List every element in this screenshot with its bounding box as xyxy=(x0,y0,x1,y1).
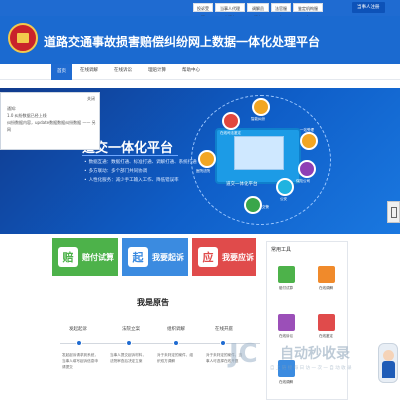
phone-icon xyxy=(391,207,397,218)
tool-appraisal[interactable]: 在线鉴定 xyxy=(311,314,341,339)
step-dot xyxy=(173,340,179,346)
node-label: 医院法院 xyxy=(196,169,210,173)
notice-close-button[interactable]: 关闭 xyxy=(87,96,95,102)
banner-bullet: 人性化服务：减少手工输入工作、降低错误率 xyxy=(84,176,197,185)
step-label: 发起起诉 xyxy=(69,327,87,332)
card-label: 我要应诉 xyxy=(222,252,254,262)
nav-item-compensation[interactable]: 理赔计算 xyxy=(148,67,166,73)
hospital-court-node-icon xyxy=(198,150,216,168)
tool-label: 在线调解 xyxy=(319,286,333,290)
side-float-button[interactable] xyxy=(387,201,400,223)
node-label: 在线司法鉴定 xyxy=(220,131,241,135)
emblem-center xyxy=(17,33,29,43)
step-desc: 当事人提交起诉材料，法院审查后决定立案 xyxy=(110,353,146,363)
traffic-police-node-icon xyxy=(244,196,262,214)
step-dot xyxy=(220,340,226,346)
step-desc: 发起起诉请求到系统，当事人填写起诉信息申请提交 xyxy=(62,353,98,369)
respond-icon: 应 xyxy=(198,247,218,267)
banner-bullet: 数据互通：数据打通、标准打通、调解打通、系统打通 xyxy=(84,158,197,167)
notice-line: 1.0 纠纷数据已经上线 xyxy=(7,113,47,118)
appraisal-node-icon xyxy=(222,112,240,130)
notice-line: 通知: xyxy=(7,106,17,111)
tool-litigation[interactable]: 在线诉讼 xyxy=(271,314,301,339)
step-label: 法院立案 xyxy=(122,327,140,332)
banner-divider xyxy=(82,155,178,156)
platform-label: 道交一体化平台 xyxy=(226,182,258,187)
watermark-text: 自动秒收录 xyxy=(280,346,350,362)
watermark-logo: JC xyxy=(229,339,258,369)
process-steps: 发起起诉 法院立案 组织调解 在线开庭 xyxy=(55,326,260,336)
card-label: 我要起诉 xyxy=(152,252,184,262)
compensation-icon: 赔 xyxy=(58,247,78,267)
nav-item-help[interactable]: 帮助中心 xyxy=(182,67,200,73)
node-label: 智能纠纷 xyxy=(251,117,265,121)
court-emblem-logo xyxy=(8,23,38,53)
tool-label: 赔付试算 xyxy=(279,286,293,290)
register-button[interactable]: 当事人注册 xyxy=(352,2,385,13)
top-link-mediator[interactable]: 调解员服务 xyxy=(247,3,269,20)
document-icon xyxy=(277,314,295,331)
step-dot xyxy=(76,340,82,346)
tool-mediation[interactable]: 在线调解 xyxy=(311,266,341,291)
insurance-node-icon xyxy=(298,160,316,178)
site-title: 道路交通事故损害赔偿纠纷网上数据一体化处理平台 xyxy=(44,35,321,49)
step-label: 在线开庭 xyxy=(215,327,233,332)
node-label: 交警 xyxy=(262,205,269,209)
tool-compensation[interactable]: 赔付试算 xyxy=(271,266,301,291)
gavel-icon xyxy=(317,266,335,283)
customer-service-avatar[interactable] xyxy=(378,343,398,383)
card-sue[interactable]: 起 我要起诉 xyxy=(122,238,188,276)
notice-text: 通知: 1.0 纠纷数据已经上线 纠纷数据内容，update数据数据纠纷数据 —… xyxy=(7,105,99,133)
notice-line: 纠纷数据内容，update数据数据纠纷数据 —— 另网 xyxy=(7,120,96,132)
scale-icon xyxy=(277,266,295,283)
avatar-face xyxy=(383,350,394,361)
tools-panel-title: 常用工具 xyxy=(271,247,292,253)
banner-bullets: 数据互通：数据打通、标准打通、调解打通、系统打通 多方联动：多个部门共同协调 人… xyxy=(84,158,197,185)
top-link-judge[interactable]: 法官服务 xyxy=(271,3,291,20)
main-nav: 首页 在线调解 在线诉讼 理赔计算 帮助中心 xyxy=(0,64,400,80)
node-label: 保险公司 xyxy=(296,179,310,183)
step-dot xyxy=(126,340,132,346)
top-link-party-service[interactable]: 当事人代理人服务 xyxy=(215,3,245,20)
dispute-node-icon xyxy=(252,98,270,116)
step-desc: 对于未判定的案件，组织双方调解 xyxy=(157,353,193,363)
sue-icon: 起 xyxy=(128,247,148,267)
card-label: 赔付试算 xyxy=(82,252,114,262)
one-stop-node-icon xyxy=(300,132,318,150)
top-links: 投诉受理 当事人代理人服务 调解员服务 法官服务 鉴定机构服务 xyxy=(193,3,323,20)
node-label: 公安 xyxy=(280,197,287,201)
top-link-appraisal[interactable]: 鉴定机构服务 xyxy=(293,3,323,20)
node-label: 一站受理 xyxy=(300,128,314,132)
action-cards: 赔 赔付试算 起 我要起诉 应 我要应诉 xyxy=(52,238,256,276)
process-title: 我是原告 xyxy=(137,298,169,307)
watermark: JC 自动秒收录 自 上 链 接 每 日 访 一 次 一 自 动 收 录 xyxy=(229,337,399,385)
nav-item-litigation[interactable]: 在线诉讼 xyxy=(114,67,132,73)
watermark-subtext: 自 上 链 接 每 日 访 一 次 一 自 动 收 录 xyxy=(270,366,352,371)
card-respond[interactable]: 应 我要应诉 xyxy=(192,238,256,276)
avatar-body xyxy=(382,361,395,378)
banner-bullet: 多方联动：多个部门共同协调 xyxy=(84,167,197,176)
top-utility-bar: 投诉受理 当事人代理人服务 调解员服务 法官服务 鉴定机构服务 当事人注册 xyxy=(0,0,400,20)
top-link-complaint[interactable]: 投诉受理 xyxy=(193,3,213,20)
nav-item-mediation[interactable]: 在线调解 xyxy=(80,67,98,73)
notice-popup: 关闭 通知: 1.0 纠纷数据已经上线 纠纷数据内容，update数据数据纠纷数… xyxy=(0,92,100,150)
card-compensation[interactable]: 赔 赔付试算 xyxy=(52,238,118,276)
public-security-node-icon xyxy=(276,178,294,196)
nav-item-home[interactable]: 首页 xyxy=(51,64,72,80)
step-label: 组织调解 xyxy=(167,327,185,332)
stamp-icon xyxy=(317,314,335,331)
platform-screen xyxy=(234,136,284,170)
